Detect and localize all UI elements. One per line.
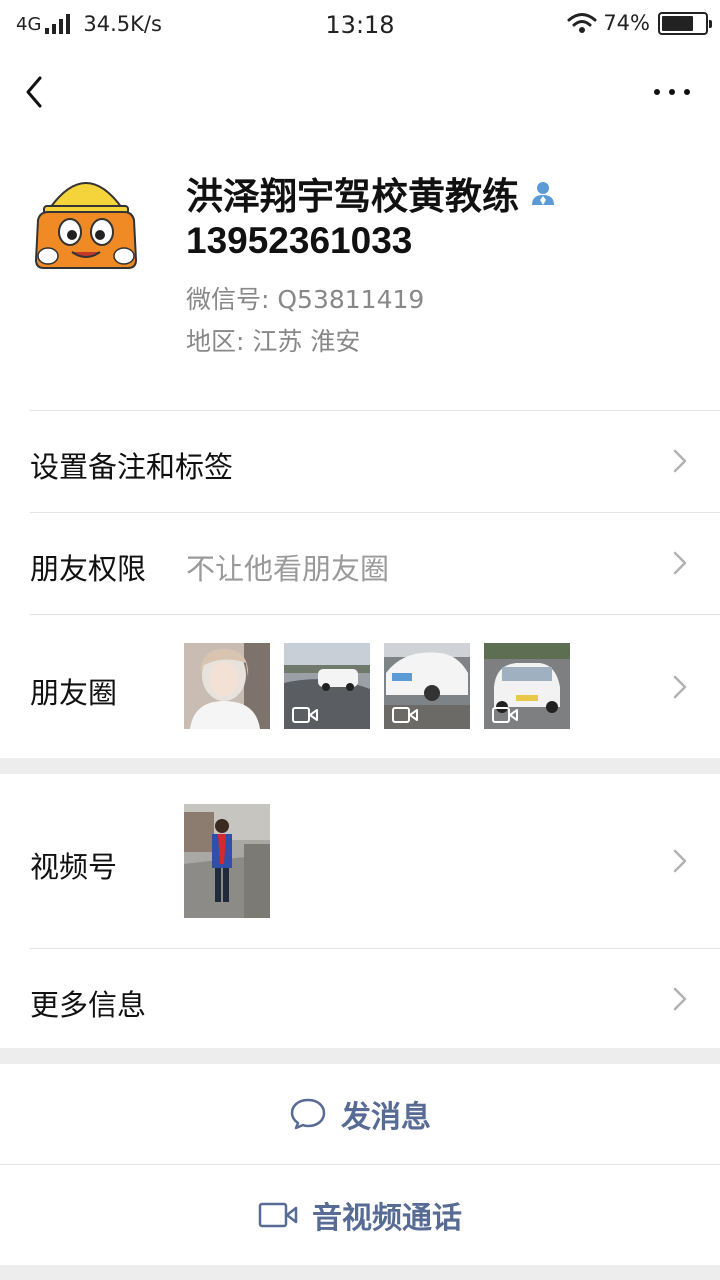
more-dots-icon — [654, 89, 660, 95]
chevron-right-icon — [673, 849, 687, 873]
moments-thumbnail — [284, 643, 370, 729]
av-call-button[interactable]: 音视频通话 — [0, 1165, 720, 1265]
avatar[interactable] — [28, 160, 144, 276]
video-camera-icon — [258, 1202, 298, 1228]
friend-permission-label: 朋友权限 — [30, 552, 147, 586]
region: 地区: 江苏 淮安 — [186, 327, 361, 356]
video-camera-icon — [392, 707, 418, 723]
channels-label: 视频号 — [30, 850, 118, 884]
more-dot — [669, 89, 675, 95]
moments-thumbnail — [184, 643, 270, 729]
chevron-right-icon — [673, 987, 687, 1011]
wechat-id: 微信号: Q53811419 — [186, 285, 425, 314]
status-right: 74% — [567, 11, 712, 35]
chevron-right-icon — [673, 675, 687, 699]
moments-thumbnail — [384, 643, 470, 729]
nav-bar — [0, 50, 720, 132]
chat-bubble-icon — [290, 1098, 326, 1130]
contact-person-icon — [532, 182, 554, 205]
remark-tags-label: 设置备注和标签 — [30, 450, 234, 484]
battery-percent: 74% — [603, 11, 650, 35]
chevron-right-icon — [673, 551, 687, 575]
send-message-button[interactable]: 发消息 — [0, 1064, 720, 1164]
more-button[interactable] — [654, 80, 690, 104]
av-call-label: 音视频通话 — [312, 1201, 462, 1236]
chevron-right-icon — [673, 449, 687, 473]
moments-label: 朋友圈 — [30, 676, 118, 710]
channels-section: 视频号 更多信息 — [0, 774, 720, 1048]
settings-section: 设置备注和标签 朋友权限 不让他看朋友圈 朋友圈 — [0, 410, 720, 758]
more-info-row[interactable]: 更多信息 — [0, 948, 720, 1048]
remark-tags-row[interactable]: 设置备注和标签 — [0, 410, 720, 512]
moments-row[interactable]: 朋友圈 — [0, 614, 720, 758]
moments-photo-portrait — [184, 643, 270, 729]
battery-icon — [658, 11, 712, 35]
moments-thumbnail — [484, 643, 570, 729]
name-row: 洪泽翔宇驾校黄教练 — [186, 166, 557, 220]
channels-row[interactable]: 视频号 — [0, 774, 720, 948]
more-dot — [684, 89, 690, 95]
video-camera-icon — [292, 707, 318, 723]
back-button[interactable] — [22, 74, 52, 110]
chevron-left-icon — [26, 76, 42, 108]
battery-fill — [662, 15, 694, 31]
contact-name: 洪泽翔宇驾校黄教练 — [186, 175, 519, 218]
wifi-icon — [567, 13, 597, 33]
channels-thumbnail — [184, 804, 270, 918]
video-camera-icon — [492, 707, 518, 723]
avatar-car-image — [28, 160, 144, 276]
send-message-label: 发消息 — [341, 1100, 431, 1135]
friend-permission-value: 不让他看朋友圈 — [186, 552, 390, 586]
more-info-label: 更多信息 — [30, 988, 147, 1022]
status-bar: 4G 34.5K/s 13:18 74% — [0, 0, 720, 50]
contact-phone: 13952361033 — [186, 220, 413, 261]
profile-card: 洪泽翔宇驾校黄教练 13952361033 微信号: Q53811419 地区:… — [0, 132, 720, 410]
friend-permission-row[interactable]: 朋友权限 不让他看朋友圈 — [0, 512, 720, 614]
channels-photo — [184, 804, 270, 918]
